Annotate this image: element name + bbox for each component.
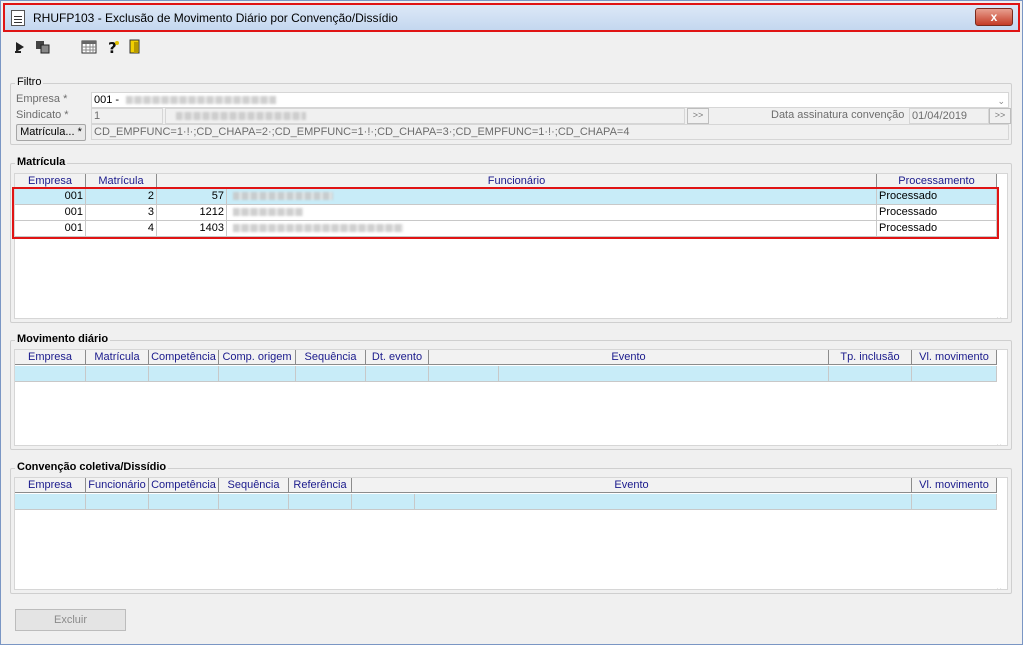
cell-empty	[296, 366, 366, 382]
cell-matricula: 3	[86, 205, 157, 221]
cell-funcionario-name	[227, 221, 877, 237]
col-competencia[interactable]: Competência	[149, 350, 219, 365]
col-comp-origem[interactable]: Comp. origem	[219, 350, 296, 365]
cell-empty	[829, 366, 912, 382]
cell-empty	[219, 366, 296, 382]
empresa-label: Empresa *	[16, 93, 68, 105]
convencao-group-label: Convenção coletiva/Dissídio	[15, 461, 169, 473]
filtro-label: Filtro	[15, 76, 44, 88]
toolbar: ?	[11, 39, 311, 57]
movimento-grid: Empresa Matrícula Competência Comp. orig…	[14, 349, 1008, 446]
col-empresa[interactable]: Empresa	[15, 478, 86, 493]
cell-empty	[366, 366, 429, 382]
cell-funcionario-name	[227, 189, 877, 205]
cell-empty	[86, 366, 149, 382]
window-title: RHUFP103 - Exclusão de Movimento Diário …	[33, 11, 398, 25]
chevron-down-icon[interactable]: ⌄	[997, 94, 1005, 107]
matricula-grid: Empresa Matrícula Funcionário Processame…	[14, 173, 1008, 319]
calendar-icon[interactable]	[81, 39, 97, 55]
main-window: RHUFP103 - Exclusão de Movimento Diário …	[0, 0, 1023, 645]
redacted-name	[233, 192, 333, 201]
cell-empty	[415, 494, 912, 510]
matricula-filter-field[interactable]: CD_EMPFUNC=1·!·;CD_CHAPA=2·;CD_EMPFUNC=1…	[91, 124, 1009, 140]
col-processamento[interactable]: Processamento	[877, 174, 997, 189]
col-referencia[interactable]: Referência	[289, 478, 352, 493]
cell-empresa: 001	[15, 221, 86, 237]
cell-empty	[149, 494, 219, 510]
col-tp-inclusao[interactable]: Tp. inclusão	[829, 350, 912, 365]
cell-empty	[86, 494, 149, 510]
close-button[interactable]: x	[975, 8, 1013, 26]
col-sequencia[interactable]: Sequência	[296, 350, 366, 365]
col-vl-movimento[interactable]: Vl. movimento	[912, 350, 997, 365]
cell-empresa: 001	[15, 189, 86, 205]
col-empresa[interactable]: Empresa	[15, 174, 86, 189]
cell-empty	[289, 494, 352, 510]
cell-empty	[15, 494, 86, 510]
scroll-down-icon[interactable]: ⌄	[995, 439, 1005, 445]
cell-processamento: Processado	[877, 205, 997, 221]
cell-matricula: 4	[86, 221, 157, 237]
matricula-select-button[interactable]: Matrícula... *	[16, 124, 86, 141]
scroll-down-icon[interactable]: ⌄	[995, 312, 1005, 318]
help-icon[interactable]: ?	[105, 39, 121, 57]
cell-empty	[499, 366, 829, 382]
svg-text:?: ?	[108, 39, 117, 55]
filtro-group: Filtro Empresa * 001 - ⌄ Sindicato * 1 >…	[10, 76, 1012, 145]
convencao-grid: Empresa Funcionário Competência Sequênci…	[14, 477, 1008, 590]
cell-empty	[912, 494, 997, 510]
excluir-button[interactable]: Excluir	[15, 609, 126, 631]
col-evento[interactable]: Evento	[429, 350, 829, 365]
matricula-group-label: Matrícula	[15, 156, 68, 168]
data-assinatura-field[interactable]: 01/04/2019	[909, 108, 989, 124]
sindicato-name-field	[165, 108, 685, 124]
sindicato-label: Sindicato *	[16, 109, 69, 121]
sindicato-code-field[interactable]: 1	[91, 108, 163, 124]
col-competencia[interactable]: Competência	[149, 478, 219, 493]
cell-funcionario-name	[227, 205, 877, 221]
cell-processamento: Processado	[877, 189, 997, 205]
redacted-sindicato-name	[176, 112, 306, 121]
title-bar: RHUFP103 - Exclusão de Movimento Diário …	[3, 3, 1020, 32]
data-lookup-button[interactable]: >>	[989, 108, 1011, 124]
movimento-group-label: Movimento diário	[15, 333, 111, 345]
cell-empty	[219, 494, 289, 510]
scroll-down-icon[interactable]: ⌄	[995, 583, 1005, 589]
redacted-name	[233, 208, 303, 217]
col-matricula[interactable]: Matrícula	[86, 174, 157, 189]
run-icon[interactable]	[13, 39, 29, 55]
copy-icon[interactable]	[35, 39, 51, 55]
col-vl-movimento[interactable]: Vl. movimento	[912, 478, 997, 493]
col-matricula[interactable]: Matrícula	[86, 350, 149, 365]
cell-funcionario-id: 1403	[157, 221, 227, 237]
document-icon	[11, 10, 25, 26]
cell-matricula: 2	[86, 189, 157, 205]
sindicato-lookup-button[interactable]: >>	[687, 108, 709, 124]
col-dt-evento[interactable]: Dt. evento	[366, 350, 429, 365]
exit-door-icon[interactable]	[127, 39, 143, 55]
cell-funcionario-id: 1212	[157, 205, 227, 221]
matricula-group: Matrícula Empresa Matrícula Funcionário …	[10, 156, 1012, 323]
cell-empty	[912, 366, 997, 382]
cell-empresa: 001	[15, 205, 86, 221]
empresa-field[interactable]: 001 - ⌄	[91, 92, 1009, 108]
data-assinatura-label: Data assinatura convenção	[771, 109, 905, 121]
cell-empty	[15, 366, 86, 382]
cell-empty	[149, 366, 219, 382]
col-funcionario[interactable]: Funcionário	[86, 478, 149, 493]
col-funcionario[interactable]: Funcionário	[157, 174, 877, 189]
redacted-empresa-name	[126, 96, 277, 105]
cell-empty	[429, 366, 499, 382]
empresa-value: 001 -	[94, 94, 120, 106]
movimento-group: Movimento diário Empresa Matrícula Compe…	[10, 333, 1012, 450]
cell-empty	[352, 494, 415, 510]
col-sequencia[interactable]: Sequência	[219, 478, 289, 493]
redacted-name	[233, 224, 403, 233]
cell-funcionario-id: 57	[157, 189, 227, 205]
convencao-group: Convenção coletiva/Dissídio Empresa Func…	[10, 461, 1012, 594]
col-empresa[interactable]: Empresa	[15, 350, 86, 365]
col-evento[interactable]: Evento	[352, 478, 912, 493]
cell-processamento: Processado	[877, 221, 997, 237]
